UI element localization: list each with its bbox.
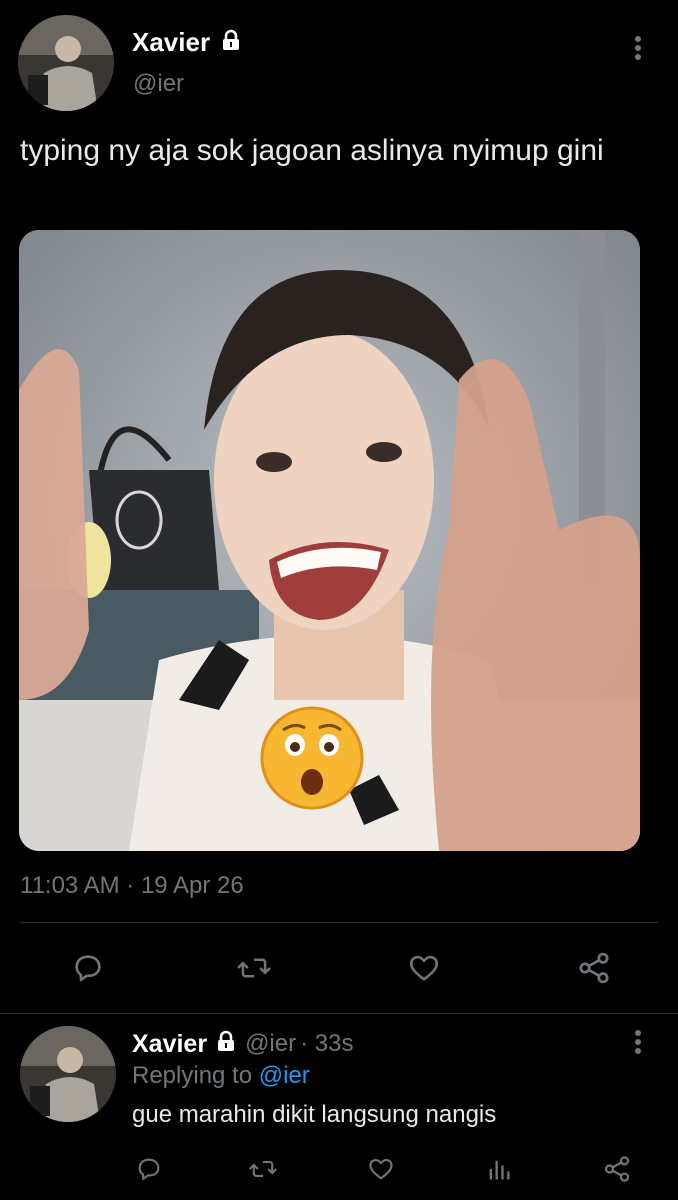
tweet-author-handle[interactable]: @ier [133,70,184,98]
replying-to-handle[interactable]: @ier [259,1062,310,1089]
share-icon[interactable] [598,1150,636,1188]
reply-author-handle[interactable]: @ier [245,1030,296,1058]
tweet-photo[interactable] [19,230,640,851]
retweet-icon[interactable] [244,1150,282,1188]
reply-author-avatar[interactable] [20,1026,116,1122]
more-vertical-icon[interactable] [622,1026,654,1058]
like-icon[interactable] [362,1150,400,1188]
like-icon[interactable] [402,946,446,990]
share-icon[interactable] [572,946,616,990]
reply-text: gue marahin dikit langsung nangis [132,1101,497,1128]
actions-divider [0,1013,678,1014]
retweet-icon[interactable] [232,946,276,990]
more-vertical-icon[interactable] [622,32,654,64]
lock-icon [220,29,242,56]
tweet-author-avatar[interactable] [18,15,114,111]
reply-icon[interactable] [66,946,110,990]
replying-to: Replying to @ier [132,1062,310,1090]
reply-icon[interactable] [130,1150,168,1188]
reply-time-ago: · 33s [300,1030,354,1057]
tweet-timestamp[interactable]: 11:03 AM · 19 Apr 26 [20,872,244,900]
replying-to-label: Replying to [132,1062,253,1089]
reply-author-name[interactable]: Xavier [132,1030,207,1059]
tweet-text: typing ny aja sok jagoan aslinya nyimup … [20,134,604,167]
timestamp-divider [20,922,658,923]
lock-icon [215,1030,237,1059]
analytics-icon[interactable] [480,1150,518,1188]
tweet-author-name[interactable]: Xavier [132,27,210,58]
